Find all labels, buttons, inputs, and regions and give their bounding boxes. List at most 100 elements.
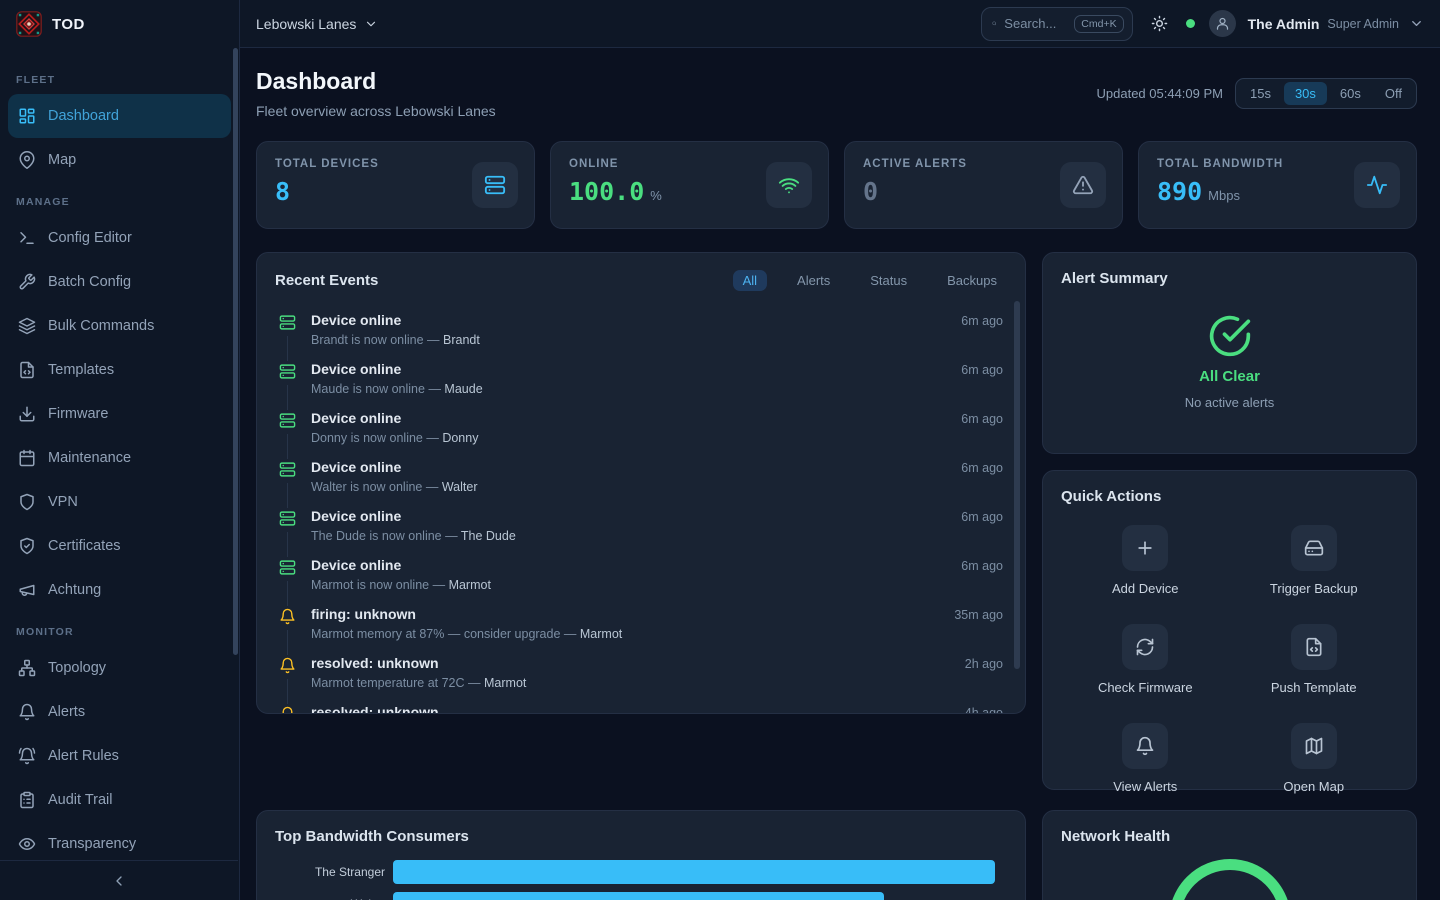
event-detail-separator: — [442,529,461,543]
event-detail-text: Marmot is now online [311,578,429,592]
updated-timestamp: Updated 05:44:09 PM [1097,86,1223,101]
sidebar-item-firmware[interactable]: Firmware [8,392,231,436]
event-detail-text: Brandt is now online [311,333,424,347]
event-device-name: Walter [442,480,478,494]
event-row[interactable]: resolved: unknownMarmot temperature at 7… [275,648,1007,697]
event-detail-separator: — [465,676,484,690]
sidebar-scrollbar[interactable] [233,48,238,655]
event-title: Device online [311,557,947,573]
alert-summary-card: Alert Summary All Clear No active alerts [1042,252,1417,454]
sidebar-item-topology[interactable]: Topology [8,646,231,690]
rug-logo-icon [16,11,42,37]
brand-row: TOD [0,0,239,48]
recent-events-card: Recent Events AllAlertsStatusBackups Dev… [256,252,1026,714]
content: Dashboard Fleet overview across Lebowski… [240,48,1440,900]
check-circle-icon [1208,314,1252,358]
sidebar-item-certificates[interactable]: Certificates [8,524,231,568]
event-detail-separator: — [422,480,441,494]
search-box[interactable]: Cmd+K [981,7,1133,41]
quick-action-view-alerts[interactable]: View Alerts [1061,723,1230,794]
sidebar-item-label: Dashboard [48,108,119,124]
quick-action-add-device[interactable]: Add Device [1061,525,1230,596]
sidebar-item-label: Templates [48,362,114,378]
event-timestamp: 4h ago [965,704,1003,714]
bandwidth-bar-track [393,860,1007,884]
event-row[interactable]: resolved: unknown4h ago [275,697,1007,714]
refresh-icon [1135,637,1155,657]
sidebar-item-vpn[interactable]: VPN [8,480,231,524]
event-detail: Brandt is now online — Brandt [311,333,947,347]
event-timestamp: 2h ago [965,655,1003,690]
search-input[interactable] [1004,16,1066,31]
theme-toggle-button[interactable] [1151,15,1168,32]
sidebar-item-maintenance[interactable]: Maintenance [8,436,231,480]
sidebar-item-bulk-commands[interactable]: Bulk Commands [8,304,231,348]
stat-value: 8 [275,177,290,206]
user-role: Super Admin [1327,17,1399,31]
event-icon-column [277,606,297,641]
event-row[interactable]: Device onlineThe Dude is now online — Th… [275,501,1007,550]
refresh-option-15s[interactable]: 15s [1239,82,1282,105]
avatar[interactable] [1209,10,1236,37]
event-tab-backups[interactable]: Backups [937,270,1007,291]
bandwidth-title: Top Bandwidth Consumers [275,828,469,845]
event-timestamp: 6m ago [961,410,1003,445]
event-detail-text: Donny is now online [311,431,423,445]
sidebar-item-config-editor[interactable]: Config Editor [8,216,231,260]
refresh-option-off[interactable]: Off [1374,82,1413,105]
sidebar-item-alerts[interactable]: Alerts [8,690,231,734]
event-detail: Marmot memory at 87% — consider upgrade … [311,627,940,641]
event-detail-separator: — [423,431,442,445]
quick-action-label: Trigger Backup [1270,581,1358,596]
event-body: Device onlineMaude is now online — Maude [311,361,947,396]
sidebar-item-alert-rules[interactable]: Alert Rules [8,734,231,778]
event-icon-column [277,704,297,714]
event-row[interactable]: Device onlineMaude is now online — Maude… [275,354,1007,403]
terminal-icon [18,229,36,247]
bell-icon [18,703,36,721]
left-column: Recent Events AllAlertsStatusBackups Dev… [256,252,1026,900]
sidebar-item-dashboard[interactable]: Dashboard [8,94,231,138]
event-device-name: Donny [442,431,478,445]
event-timestamp: 6m ago [961,557,1003,592]
quick-action-trigger-backup[interactable]: Trigger Backup [1230,525,1399,596]
refresh-option-30s[interactable]: 30s [1284,82,1327,105]
event-icon-column [277,410,297,445]
event-detail: Marmot temperature at 72C — Marmot [311,676,951,690]
event-row[interactable]: Device onlineDonny is now online — Donny… [275,403,1007,452]
megaphone-icon [18,581,36,599]
quick-action-push-template[interactable]: Push Template [1230,624,1399,695]
sidebar-item-templates[interactable]: Templates [8,348,231,392]
event-tab-alerts[interactable]: Alerts [787,270,840,291]
quick-action-open-map[interactable]: Open Map [1230,723,1399,794]
sidebar-item-achtung[interactable]: Achtung [8,568,231,612]
event-body: Device onlineMarmot is now online — Marm… [311,557,947,592]
user-menu-button[interactable] [1409,16,1424,31]
event-tab-status[interactable]: Status [860,270,917,291]
event-body: Device onlineThe Dude is now online — Th… [311,508,947,543]
event-row[interactable]: Device onlineWalter is now online — Walt… [275,452,1007,501]
user-name: The Admin [1248,16,1320,32]
event-row[interactable]: firing: unknownMarmot memory at 87% — co… [275,599,1007,648]
event-tab-all[interactable]: All [733,270,767,291]
sidebar-item-transparency[interactable]: Transparency [8,822,231,852]
sidebar-item-label: Audit Trail [48,792,112,808]
sidebar-section-label-monitor: MONITOR [0,612,239,646]
stat-value: 890 [1157,177,1202,206]
org-switcher[interactable]: Lebowski Lanes [256,16,378,32]
events-scrollbar[interactable] [1014,301,1020,669]
bell-ring-icon [18,747,36,765]
event-device-name: Marmot [580,627,622,641]
refresh-option-60s[interactable]: 60s [1329,82,1372,105]
sidebar-item-audit-trail[interactable]: Audit Trail [8,778,231,822]
event-row[interactable]: Device onlineMarmot is now online — Marm… [275,550,1007,599]
sidebar-collapse-button[interactable] [0,860,238,900]
page-header: Dashboard Fleet overview across Lebowski… [256,68,1417,119]
quick-action-check-firmware[interactable]: Check Firmware [1061,624,1230,695]
sidebar-item-label: Topology [48,660,106,676]
sidebar-item-batch-config[interactable]: Batch Config [8,260,231,304]
event-row[interactable]: Device onlineBrandt is now online — Bran… [275,305,1007,354]
event-detail-separator: — [424,333,443,347]
sidebar-item-map[interactable]: Map [8,138,231,182]
stat-value: 0 [863,177,878,206]
